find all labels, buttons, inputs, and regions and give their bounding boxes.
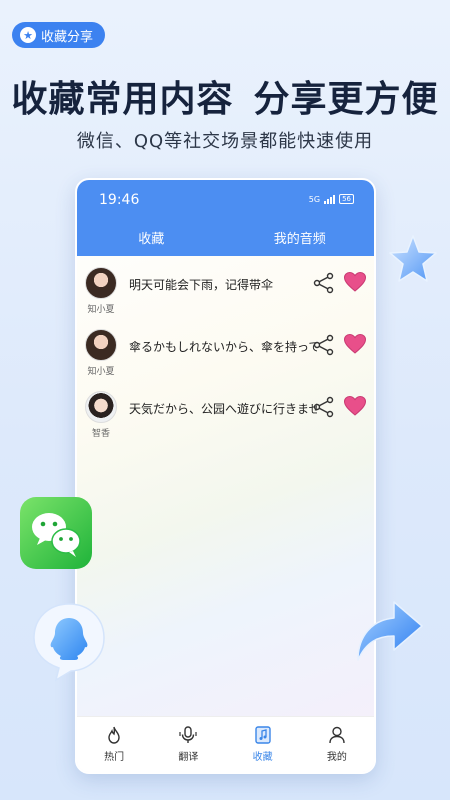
signal-icon: [324, 194, 336, 204]
share-arrow-decoration-icon: [357, 601, 423, 661]
user-name: 知小夏: [87, 305, 115, 315]
nav-item-mine[interactable]: 我的: [300, 717, 374, 772]
avatar: [85, 391, 117, 423]
user-name: 智香: [91, 429, 110, 439]
person-icon: [329, 726, 345, 744]
badge-label: 收藏分享: [41, 29, 94, 45]
status-time: 19:46: [99, 192, 140, 208]
qq-logo-icon: [33, 603, 105, 682]
list-item[interactable]: 知小夏 明天可能会下雨，记得带伞: [77, 262, 374, 324]
tab-collect[interactable]: 收藏: [77, 228, 226, 247]
page-subline: 微信、QQ等社交场景都能快速使用: [76, 131, 374, 152]
nav-item-collect[interactable]: 收藏: [226, 717, 300, 772]
nav-label: 我的: [326, 752, 347, 763]
phone-header: 19:46 5G 56 收藏 我的音频: [77, 180, 374, 256]
star-decoration-icon: [389, 235, 437, 282]
list-item[interactable]: 知小夏 傘るかもしれないから、傘を持ってきて: [77, 324, 374, 386]
tab-my-audio[interactable]: 我的音频: [226, 228, 375, 247]
list-item[interactable]: 智香 天気だから、公园へ遊びに行きませんか: [77, 386, 374, 448]
nav-label: 收藏: [252, 752, 273, 763]
bottom-nav: 热门 翻译 收藏 我的: [77, 716, 374, 772]
favorites-list: 知小夏 明天可能会下雨，记得带伞 知小夏 傘るかもしれないから、傘を持ってきて: [77, 256, 374, 448]
user-name: 知小夏: [87, 367, 115, 377]
headline-part1: 收藏常用内容: [11, 79, 234, 120]
heart-icon[interactable]: [343, 395, 367, 417]
microphone-icon: [179, 726, 197, 743]
avatar: [85, 267, 117, 299]
collect-share-badge: ★ 收藏分享: [12, 22, 106, 48]
nav-item-translate[interactable]: 翻译: [151, 717, 225, 772]
wechat-logo-icon: [20, 497, 92, 569]
message-text: 天気だから、公园へ遊びに行きませんか: [129, 402, 317, 416]
headline-part2: 分享更方便: [253, 79, 439, 120]
message-text: 傘るかもしれないから、傘を持ってきて: [129, 340, 317, 354]
share-icon[interactable]: [313, 272, 335, 294]
status-icons: 5G 56: [309, 194, 354, 204]
page-headline: 收藏常用内容 分享更方便: [0, 70, 450, 122]
heart-icon[interactable]: [343, 271, 367, 293]
share-icon[interactable]: [313, 334, 335, 356]
star-icon: ★: [20, 27, 36, 43]
nav-item-hot[interactable]: 热门: [77, 717, 151, 772]
phone-tabs: 收藏 我的音频: [77, 228, 374, 247]
message-text: 明天可能会下雨，记得带伞: [129, 278, 274, 292]
share-icon[interactable]: [313, 396, 335, 418]
music-note-icon: [254, 726, 271, 744]
avatar: [85, 329, 117, 361]
nav-label: 热门: [104, 752, 125, 763]
nav-label: 翻译: [178, 752, 199, 763]
heart-icon[interactable]: [343, 333, 367, 355]
flame-icon: [108, 726, 120, 744]
network-label: 5G: [308, 194, 321, 204]
battery-icon: 56: [339, 194, 354, 204]
phone-mockup: 19:46 5G 56 收藏 我的音频 知小夏 明天可能会下雨，记得带伞 知小夏: [75, 178, 376, 774]
